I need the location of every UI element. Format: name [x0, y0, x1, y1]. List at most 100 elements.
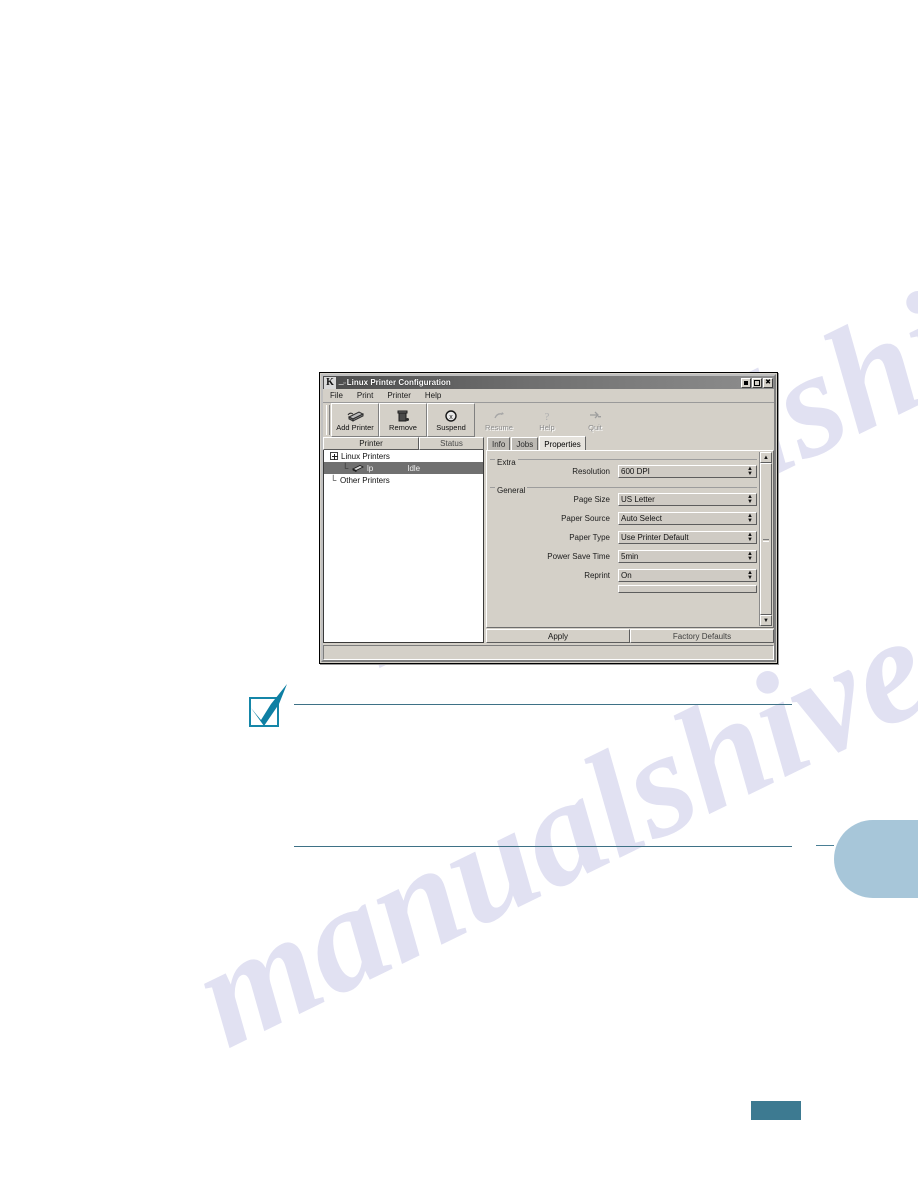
property-row-clipped: [490, 585, 757, 593]
toolbar-drag-handle[interactable]: [326, 405, 330, 435]
status-bar: [323, 645, 774, 660]
tree-item-lp[interactable]: └ lp Idle: [324, 462, 483, 474]
scrollbar-thumb[interactable]: [760, 463, 772, 615]
combo-paper-type[interactable]: Use Printer Default ▲ ▼: [618, 531, 757, 544]
spinner-arrows-icon[interactable]: ▲ ▼: [747, 466, 753, 477]
close-icon[interactable]: ✖: [763, 377, 773, 388]
add-printer-button[interactable]: Add Printer: [331, 403, 379, 437]
label-paper-type: Paper Type: [569, 533, 610, 542]
tree-elbow-icon: └: [342, 462, 349, 473]
resume-button[interactable]: Resume: [475, 403, 523, 437]
group-extra: Extra Resolution 600 DPI ▲ ▼: [490, 458, 757, 481]
properties-scrollbar[interactable]: ▲ ▼: [759, 452, 772, 626]
k-logo-icon: K: [324, 376, 336, 389]
scrollbar-track[interactable]: [760, 463, 772, 615]
group-general: General Page Size US Letter ▲ ▼ Paper So…: [490, 486, 757, 593]
spinner-arrows-icon[interactable]: ▲ ▼: [747, 551, 753, 562]
label-paper-source: Paper Source: [561, 514, 610, 523]
menu-item-file[interactable]: File: [323, 391, 350, 400]
combo-reprint-value: On: [621, 571, 632, 580]
combo-reprint[interactable]: On ▲ ▼: [618, 569, 757, 582]
note-rule-bottom: [294, 846, 792, 847]
remove-button[interactable]: Remove: [379, 403, 427, 437]
suspend-button[interactable]: x Suspend: [427, 403, 475, 437]
tree-elbow-icon: └: [330, 474, 337, 485]
svg-text:x: x: [449, 414, 453, 421]
property-row-paper-type: Paper Type Use Printer Default ▲ ▼: [490, 528, 757, 547]
combo-page-size-value: US Letter: [621, 495, 655, 504]
factory-defaults-button[interactable]: Factory Defaults: [630, 629, 774, 643]
label-resolution: Resolution: [572, 467, 610, 476]
combo-power-save-time[interactable]: 5min ▲ ▼: [618, 550, 757, 563]
printer-small-icon: [352, 464, 364, 473]
scroll-down-button[interactable]: ▼: [760, 615, 772, 626]
property-row-paper-source: Paper Source Auto Select ▲ ▼: [490, 509, 757, 528]
linux-printer-configuration-window: K ⚊▫ Linux Printer Configuration ✖ File …: [319, 372, 778, 664]
printer-tree[interactable]: Linux Printers └ lp Idle └ Other Printer…: [323, 450, 484, 643]
tab-info[interactable]: Info: [487, 437, 511, 450]
combo-paper-source[interactable]: Auto Select ▲ ▼: [618, 512, 757, 525]
property-row-reprint: Reprint On ▲ ▼: [490, 566, 757, 585]
tree-item-status: Idle: [407, 463, 421, 473]
help-icon: ?: [540, 408, 554, 422]
menu-item-help[interactable]: Help: [418, 391, 448, 400]
tab-jobs[interactable]: Jobs: [511, 437, 539, 450]
label-page-size: Page Size: [573, 495, 610, 504]
tree-item-linux-printers[interactable]: Linux Printers: [324, 450, 483, 462]
menu-item-printer[interactable]: Printer: [380, 391, 418, 400]
help-button[interactable]: ? Help: [523, 403, 571, 437]
quit-button[interactable]: Quit: [571, 403, 619, 437]
combo-clipped[interactable]: [618, 585, 757, 593]
resume-icon: [492, 408, 506, 422]
spinner-arrows-icon[interactable]: ▲ ▼: [747, 494, 753, 505]
combo-paper-source-value: Auto Select: [621, 514, 662, 523]
toolbar-empty-area: [619, 403, 774, 437]
remove-label: Remove: [389, 423, 417, 432]
scrollbar-grip-icon: [763, 539, 769, 542]
tree-item-label: lp: [367, 463, 374, 473]
printer-list-pane: Printer Status Linux Printers └ lp Idle …: [323, 437, 484, 643]
scroll-up-button[interactable]: ▲: [760, 452, 772, 463]
tree-item-other-printers[interactable]: └ Other Printers: [324, 474, 483, 486]
window-controls: ✖: [741, 377, 773, 388]
action-buttons: Apply Factory Defaults: [486, 629, 774, 643]
exit-icon: [588, 408, 602, 422]
property-row-resolution: Resolution 600 DPI ▲ ▼: [490, 462, 757, 481]
combo-power-save-time-value: 5min: [621, 552, 639, 561]
combo-resolution[interactable]: 600 DPI ▲ ▼: [618, 465, 757, 478]
spinner-arrows-icon[interactable]: ▲ ▼: [747, 513, 753, 524]
note-rule-top: [294, 704, 792, 705]
combo-resolution-value: 600 DPI: [621, 467, 650, 476]
toolbar: Add Printer Remove x Suspend Resume ? He…: [323, 403, 774, 437]
property-row-power-save-time: Power Save Time 5min ▲ ▼: [490, 547, 757, 566]
properties-form: Extra Resolution 600 DPI ▲ ▼ General Pag…: [487, 451, 759, 627]
group-legend-general: General: [495, 486, 528, 495]
combo-page-size[interactable]: US Letter ▲ ▼: [618, 493, 757, 506]
suspend-label: Suspend: [436, 423, 466, 432]
column-header-printer[interactable]: Printer: [323, 437, 419, 450]
svg-text:?: ?: [545, 411, 550, 422]
combo-paper-type-value: Use Printer Default: [621, 533, 689, 542]
tab-properties[interactable]: Properties: [539, 436, 586, 450]
column-header-status[interactable]: Status: [419, 437, 484, 450]
add-printer-label: Add Printer: [336, 423, 374, 432]
apply-button[interactable]: Apply: [486, 629, 630, 643]
printer-icon: [346, 408, 364, 422]
maximize-button[interactable]: [752, 377, 762, 388]
spinner-arrows-icon[interactable]: ▲ ▼: [747, 570, 753, 581]
side-tab-rule: [816, 845, 834, 846]
group-legend-extra: Extra: [495, 458, 518, 467]
page-number-block: [751, 1101, 801, 1120]
property-row-page-size: Page Size US Letter ▲ ▼: [490, 490, 757, 509]
window-title-bar[interactable]: K ⚊▫ Linux Printer Configuration ✖: [323, 376, 774, 389]
manual-page: manualshive.com manualshive.com K ⚊▫ Lin…: [0, 0, 918, 1188]
spinner-arrows-icon[interactable]: ▲ ▼: [747, 532, 753, 543]
window-menu-icon[interactable]: ⚊▫: [336, 379, 347, 387]
properties-panel: Extra Resolution 600 DPI ▲ ▼ General Pag…: [486, 450, 774, 628]
expander-minus-icon[interactable]: [330, 452, 338, 460]
tab-bar: Info Jobs Properties: [486, 436, 774, 450]
menu-item-print[interactable]: Print: [350, 391, 380, 400]
resume-label: Resume: [485, 423, 513, 432]
label-power-save-time: Power Save Time: [547, 552, 610, 561]
minimize-button[interactable]: [741, 377, 751, 388]
